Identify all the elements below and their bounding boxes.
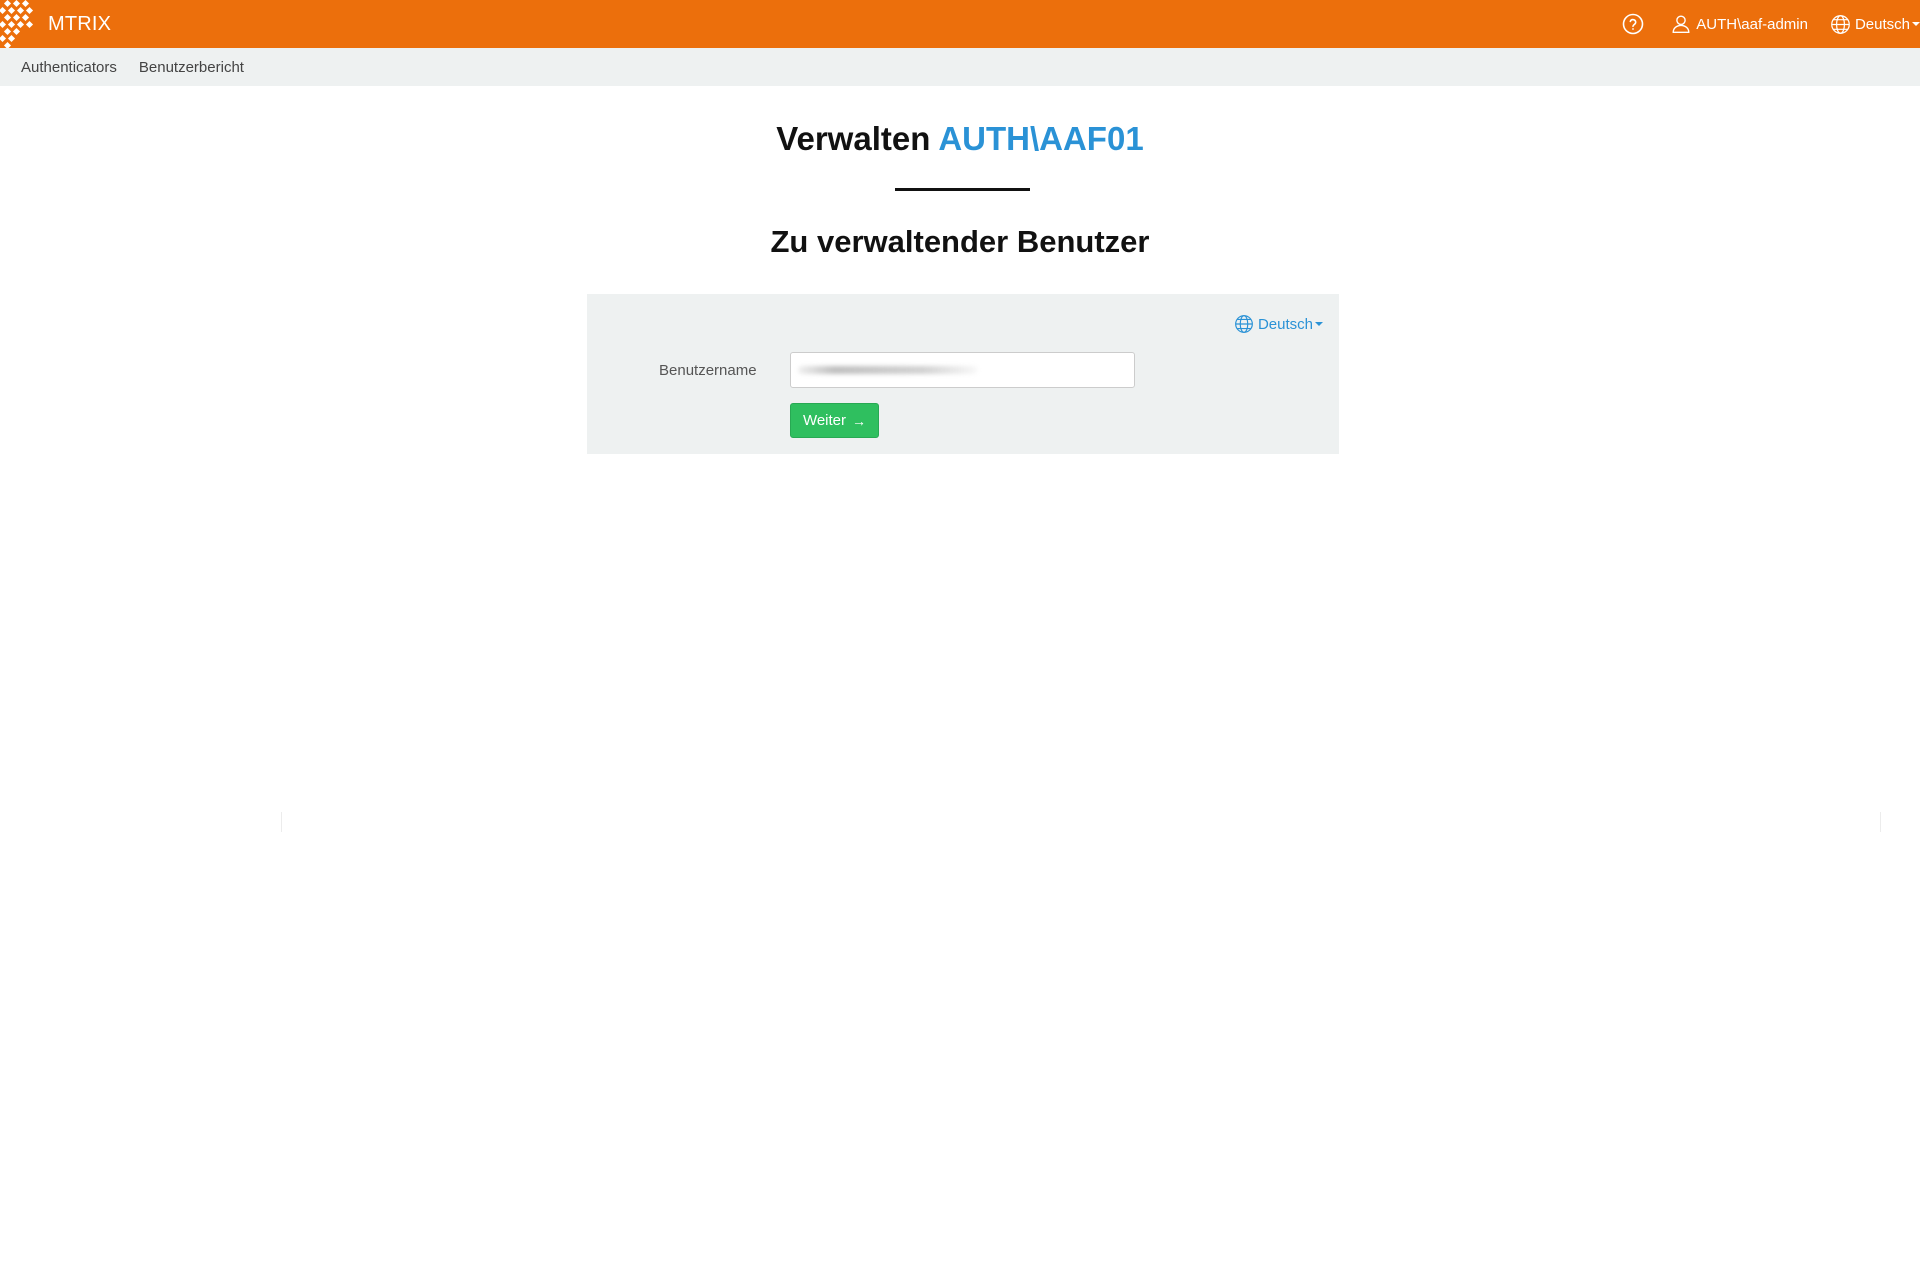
top-bar: MTRIX AUTH\aaf-admin Deutsch [0, 0, 1920, 48]
user-name: AUTH\aaf-admin [1696, 15, 1808, 33]
page-title-target: AUTH\AAF01 [938, 120, 1144, 157]
user-select-panel: Deutsch Benutzername Weiter → [587, 294, 1339, 454]
section-title: Zu verwaltender Benutzer [770, 224, 1150, 259]
redacted-username [798, 366, 978, 374]
user-menu[interactable]: AUTH\aaf-admin [1670, 13, 1808, 35]
nav-item-benutzerbericht[interactable]: Benutzerbericht [139, 59, 244, 76]
divider [1880, 812, 1881, 832]
globe-icon [1831, 14, 1850, 34]
brand[interactable]: MTRIX [0, 0, 111, 48]
top-bar-actions: AUTH\aaf-admin Deutsch [1621, 0, 1920, 48]
user-icon [1672, 15, 1690, 33]
next-button[interactable]: Weiter → [790, 403, 879, 438]
divider [281, 812, 282, 832]
title-divider [895, 188, 1030, 191]
page-title: Verwalten AUTH\AAF01 [0, 120, 1920, 158]
sub-navigation: Authenticators Benutzerbericht [0, 48, 1920, 86]
arrow-right-icon: → [852, 412, 867, 429]
chevron-down-icon [1912, 22, 1920, 26]
globe-icon [1235, 315, 1253, 333]
language-menu[interactable]: Deutsch [1830, 14, 1920, 35]
help-circle-icon[interactable] [1621, 12, 1645, 36]
brand-logo-icon [0, 0, 34, 48]
panel-language-menu[interactable]: Deutsch [1234, 314, 1323, 334]
chevron-down-icon [1315, 322, 1323, 326]
username-label: Benutzername [659, 362, 757, 379]
language-label: Deutsch [1854, 15, 1910, 33]
panel-language-label: Deutsch [1257, 315, 1313, 333]
brand-name: MTRIX [48, 12, 112, 35]
page-title-prefix: Verwalten [776, 120, 931, 157]
next-button-label: Weiter [802, 412, 847, 429]
nav-item-authenticators[interactable]: Authenticators [21, 59, 117, 76]
